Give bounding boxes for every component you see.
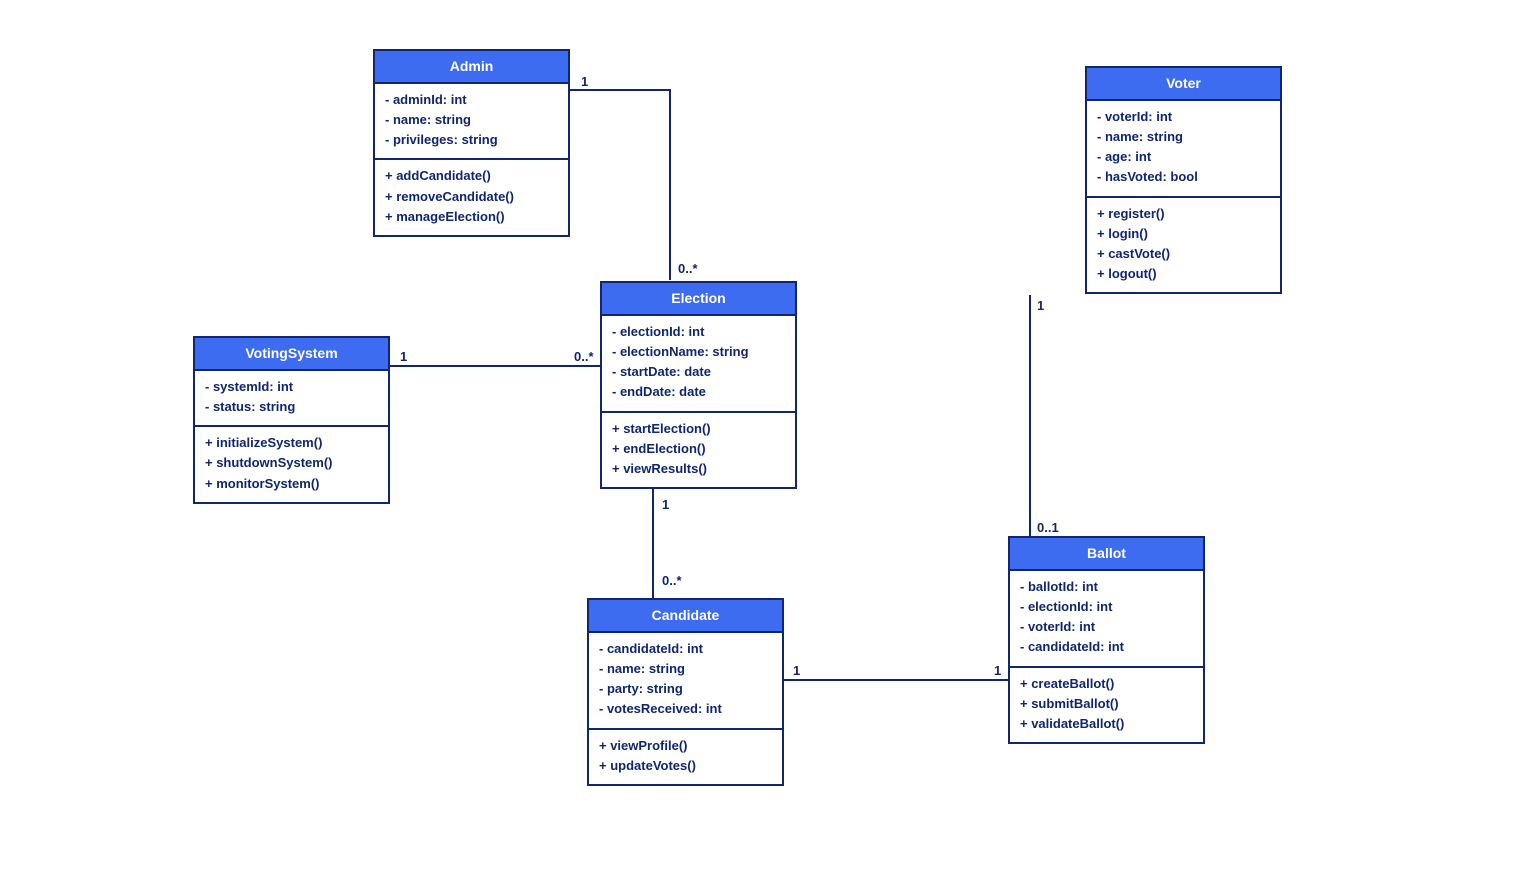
class-election: Election - electionId: int - electionNam…: [600, 281, 797, 489]
class-votingsystem: VotingSystem - systemId: int - status: s…: [193, 336, 390, 504]
mult-elec-1: 1: [662, 497, 669, 512]
op: + shutdownSystem(): [205, 453, 378, 473]
attr: - candidateId: int: [1020, 637, 1193, 657]
attr: - voterId: int: [1020, 617, 1193, 637]
op: + submitBallot(): [1020, 694, 1193, 714]
mult-admin-1: 1: [581, 74, 588, 89]
class-candidate-ops: + viewProfile() + updateVotes(): [589, 730, 782, 784]
class-votingsystem-ops: + initializeSystem() + shutdownSystem() …: [195, 427, 388, 501]
op: + manageElection(): [385, 207, 558, 227]
op: + logout(): [1097, 264, 1270, 284]
attr: - votesReceived: int: [599, 699, 772, 719]
class-votingsystem-title: VotingSystem: [195, 338, 388, 371]
attr: - adminId: int: [385, 90, 558, 110]
op: + validateBallot(): [1020, 714, 1193, 734]
attr: - electionId: int: [612, 322, 785, 342]
attr: - status: string: [205, 397, 378, 417]
mult-voter-01: 0..1: [1037, 520, 1059, 535]
attr: - startDate: date: [612, 362, 785, 382]
class-election-ops: + startElection() + endElection() + view…: [602, 413, 795, 487]
attr: - hasVoted: bool: [1097, 167, 1270, 187]
op: + startElection(): [612, 419, 785, 439]
op: + viewResults(): [612, 459, 785, 479]
attr: - name: string: [599, 659, 772, 679]
class-voter-attrs: - voterId: int - name: string - age: int…: [1087, 101, 1280, 198]
op: + initializeSystem(): [205, 433, 378, 453]
op: + register(): [1097, 204, 1270, 224]
class-admin-title: Admin: [375, 51, 568, 84]
attr: - endDate: date: [612, 382, 785, 402]
op: + addCandidate(): [385, 166, 558, 186]
op: + monitorSystem(): [205, 474, 378, 494]
class-voter-title: Voter: [1087, 68, 1280, 101]
op: + endElection(): [612, 439, 785, 459]
op: + updateVotes(): [599, 756, 772, 776]
attr: - age: int: [1097, 147, 1270, 167]
class-ballot-title: Ballot: [1010, 538, 1203, 571]
mult-voter-1: 1: [1037, 298, 1044, 313]
op: + viewProfile(): [599, 736, 772, 756]
mult-vs-0s: 0..*: [574, 349, 594, 364]
op: + login(): [1097, 224, 1270, 244]
class-voter: Voter - voterId: int - name: string - ag…: [1085, 66, 1282, 294]
mult-vs-1: 1: [400, 349, 407, 364]
class-candidate-attrs: - candidateId: int - name: string - part…: [589, 633, 782, 730]
attr: - voterId: int: [1097, 107, 1270, 127]
class-admin: Admin - adminId: int - name: string - pr…: [373, 49, 570, 237]
op: + createBallot(): [1020, 674, 1193, 694]
class-election-attrs: - electionId: int - electionName: string…: [602, 316, 795, 413]
attr: - name: string: [1097, 127, 1270, 147]
diagram-canvas: 1 0..* 1 0..* 1 0..* 1 1 1 0..1 Admin - …: [30, 20, 1486, 852]
attr: - party: string: [599, 679, 772, 699]
mult-cand-1: 1: [793, 663, 800, 678]
class-election-title: Election: [602, 283, 795, 316]
class-ballot-ops: + createBallot() + submitBallot() + vali…: [1010, 668, 1203, 742]
attr: - systemId: int: [205, 377, 378, 397]
attr: - name: string: [385, 110, 558, 130]
class-admin-attrs: - adminId: int - name: string - privileg…: [375, 84, 568, 160]
op: + castVote(): [1097, 244, 1270, 264]
attr: - privileges: string: [385, 130, 558, 150]
attr: - electionId: int: [1020, 597, 1193, 617]
attr: - ballotId: int: [1020, 577, 1193, 597]
mult-ballot-1: 1: [994, 663, 1001, 678]
class-ballot: Ballot - ballotId: int - electionId: int…: [1008, 536, 1205, 744]
op: + removeCandidate(): [385, 187, 558, 207]
class-votingsystem-attrs: - systemId: int - status: string: [195, 371, 388, 427]
class-voter-ops: + register() + login() + castVote() + lo…: [1087, 198, 1280, 293]
class-ballot-attrs: - ballotId: int - electionId: int - vote…: [1010, 571, 1203, 668]
class-candidate-title: Candidate: [589, 600, 782, 633]
mult-admin-0s: 0..*: [678, 261, 698, 276]
mult-elec-0s: 0..*: [662, 573, 682, 588]
class-candidate: Candidate - candidateId: int - name: str…: [587, 598, 784, 786]
attr: - candidateId: int: [599, 639, 772, 659]
attr: - electionName: string: [612, 342, 785, 362]
class-admin-ops: + addCandidate() + removeCandidate() + m…: [375, 160, 568, 234]
